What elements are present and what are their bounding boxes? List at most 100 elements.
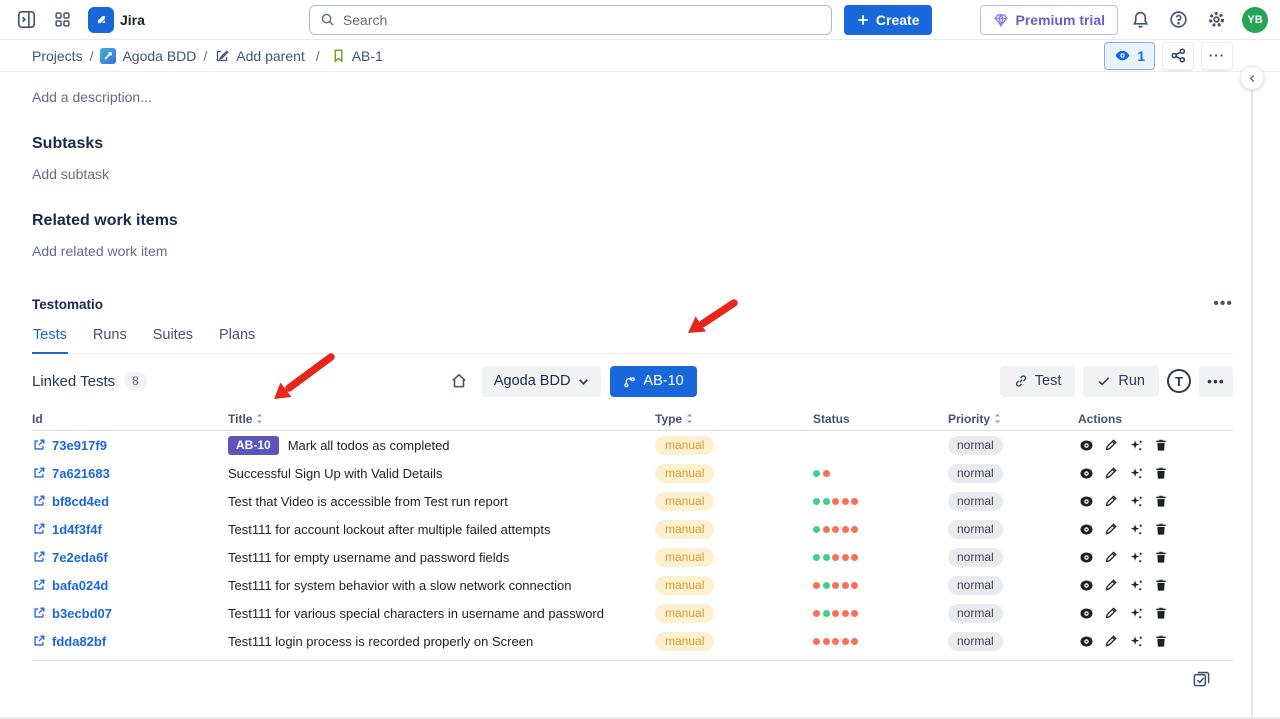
- column-header-title[interactable]: Title: [228, 412, 655, 426]
- view-eye-icon[interactable]: [1078, 549, 1094, 565]
- priority-badge: normal: [948, 576, 1003, 595]
- add-related-item-link[interactable]: Add related work item: [32, 243, 1233, 259]
- status-dot-failed: [832, 610, 839, 617]
- more-actions-icon[interactable]: ···: [1201, 42, 1233, 70]
- collapse-panel-chevron-icon[interactable]: [1240, 66, 1264, 90]
- test-id-link[interactable]: fdda82bf: [52, 634, 106, 649]
- edit-pencil-icon[interactable]: [1103, 549, 1119, 565]
- view-eye-icon[interactable]: [1078, 521, 1094, 537]
- test-id-link[interactable]: 7a621683: [52, 466, 110, 481]
- settings-gear-icon[interactable]: [1200, 4, 1232, 36]
- search-container: [309, 5, 832, 35]
- share-icon[interactable]: [1162, 42, 1194, 70]
- multi-select-icon[interactable]: [1192, 669, 1211, 691]
- view-eye-icon[interactable]: [1078, 633, 1094, 649]
- test-id-link[interactable]: 1d4f3f4f: [52, 522, 102, 537]
- tab-plans[interactable]: Plans: [218, 327, 256, 353]
- ai-sparkles-icon[interactable]: [1128, 605, 1144, 621]
- edit-pencil-icon[interactable]: [1103, 577, 1119, 593]
- search-icon: [320, 12, 335, 27]
- ai-sparkles-icon[interactable]: [1128, 437, 1144, 453]
- tab-suites[interactable]: Suites: [152, 327, 194, 353]
- delete-trash-icon[interactable]: [1153, 549, 1169, 565]
- add-subtask-link[interactable]: Add subtask: [32, 166, 1233, 182]
- status-dots: [813, 610, 948, 617]
- ai-sparkles-icon[interactable]: [1128, 465, 1144, 481]
- view-eye-icon[interactable]: [1078, 577, 1094, 593]
- test-id-link[interactable]: 73e917f9: [52, 438, 107, 453]
- run-button[interactable]: Run: [1083, 366, 1159, 397]
- ai-sparkles-icon[interactable]: [1128, 633, 1144, 649]
- linked-issue-button[interactable]: AB-10: [610, 366, 696, 397]
- add-parent-link[interactable]: Add parent: [214, 48, 305, 64]
- delete-trash-icon[interactable]: [1153, 437, 1169, 453]
- help-icon[interactable]: [1162, 4, 1194, 36]
- app-switcher-icon[interactable]: [46, 4, 78, 36]
- edit-pencil-icon[interactable]: [1103, 521, 1119, 537]
- type-badge: manual: [655, 520, 714, 539]
- breadcrumb-projects[interactable]: Projects: [32, 48, 83, 64]
- search-input[interactable]: [343, 12, 821, 28]
- notifications-bell-icon[interactable]: [1124, 4, 1156, 36]
- column-header-id[interactable]: Id: [32, 412, 228, 426]
- testomatio-tabs: Tests Runs Suites Plans: [32, 327, 1233, 354]
- ai-sparkles-icon[interactable]: [1128, 493, 1144, 509]
- column-header-status[interactable]: Status: [813, 412, 948, 426]
- delete-trash-icon[interactable]: [1153, 465, 1169, 481]
- user-avatar[interactable]: YB: [1242, 7, 1268, 33]
- watchers-button[interactable]: 1: [1104, 42, 1155, 70]
- view-eye-icon[interactable]: [1078, 465, 1094, 481]
- test-id-link[interactable]: b3ecbd07: [52, 606, 112, 621]
- status-dot-failed: [851, 610, 858, 617]
- testomatio-more-icon[interactable]: •••: [1213, 295, 1233, 313]
- breadcrumb-issue-key[interactable]: AB-1: [331, 48, 383, 64]
- view-eye-icon[interactable]: [1078, 437, 1094, 453]
- edit-pencil-icon[interactable]: [1103, 605, 1119, 621]
- status-dot-failed: [842, 498, 849, 505]
- status-dot-passed: [813, 554, 820, 561]
- testomatio-logo-icon[interactable]: T: [1167, 369, 1191, 393]
- description-placeholder[interactable]: Add a description...: [32, 89, 1233, 105]
- table-body: 73e917f9 AB-10 Mark all todos as complet…: [32, 431, 1233, 655]
- project-selector-dropdown[interactable]: Agoda BDD: [482, 366, 602, 397]
- edit-pencil-icon[interactable]: [1103, 633, 1119, 649]
- test-id-link[interactable]: bafa024d: [52, 578, 108, 593]
- search-box[interactable]: [309, 5, 832, 35]
- test-id-link[interactable]: bf8cd4ed: [52, 494, 109, 509]
- test-title: Test111 for empty username and password …: [228, 550, 509, 565]
- ai-sparkles-icon[interactable]: [1128, 549, 1144, 565]
- jira-logo-icon[interactable]: [88, 7, 114, 33]
- edit-pencil-icon[interactable]: [1103, 437, 1119, 453]
- status-dot-failed: [823, 638, 830, 645]
- view-eye-icon[interactable]: [1078, 493, 1094, 509]
- sort-icon: [685, 413, 694, 424]
- edit-pencil-icon[interactable]: [1103, 465, 1119, 481]
- create-button[interactable]: Create: [844, 5, 932, 35]
- ai-sparkles-icon[interactable]: [1128, 521, 1144, 537]
- delete-trash-icon[interactable]: [1153, 605, 1169, 621]
- tab-tests[interactable]: Tests: [32, 327, 68, 354]
- test-id-link[interactable]: 7e2eda6f: [52, 550, 108, 565]
- breadcrumb-project[interactable]: Agoda BDD: [100, 48, 196, 64]
- delete-trash-icon[interactable]: [1153, 577, 1169, 593]
- delete-trash-icon[interactable]: [1153, 521, 1169, 537]
- column-header-priority[interactable]: Priority: [948, 412, 1078, 426]
- link-test-button[interactable]: Test: [1000, 366, 1076, 397]
- chevron-down-icon: [578, 376, 589, 387]
- view-eye-icon[interactable]: [1078, 605, 1094, 621]
- type-badge: manual: [655, 632, 714, 651]
- table-row: 1d4f3f4f Test111 for account lockout aft…: [32, 515, 1233, 543]
- edit-pencil-icon[interactable]: [1103, 493, 1119, 509]
- sidebar-toggle-icon[interactable]: [10, 4, 42, 36]
- home-icon[interactable]: [450, 372, 468, 390]
- eye-watch-icon: [1114, 47, 1131, 64]
- table-more-icon[interactable]: •••: [1199, 366, 1233, 397]
- delete-trash-icon[interactable]: [1153, 633, 1169, 649]
- ai-sparkles-icon[interactable]: [1128, 577, 1144, 593]
- testomatio-heading: Testomatio: [32, 297, 103, 312]
- status-dot-failed: [813, 610, 820, 617]
- delete-trash-icon[interactable]: [1153, 493, 1169, 509]
- tab-runs[interactable]: Runs: [92, 327, 128, 353]
- premium-trial-button[interactable]: Premium trial: [980, 5, 1118, 35]
- column-header-type[interactable]: Type: [655, 412, 813, 426]
